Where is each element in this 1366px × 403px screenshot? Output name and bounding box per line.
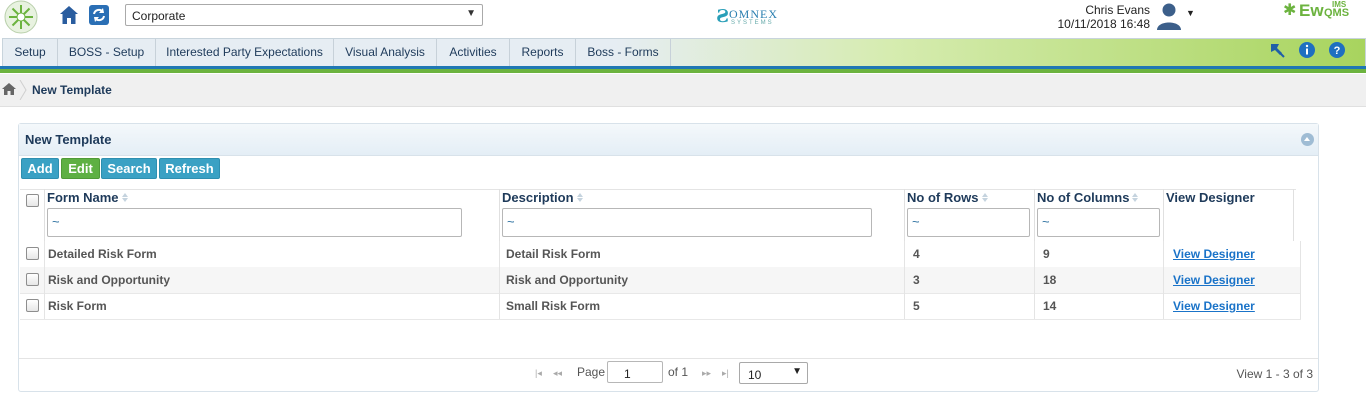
column-separator xyxy=(1163,189,1164,241)
table-row[interactable]: Detailed Risk Form Detail Risk Form 4 9 … xyxy=(20,241,1301,268)
filter-form-name-input[interactable]: ~ xyxy=(47,208,462,237)
info-icon[interactable] xyxy=(1298,41,1316,59)
sort-icon xyxy=(121,193,128,202)
sort-icon xyxy=(576,193,583,202)
breadcrumb-home-icon[interactable] xyxy=(2,83,16,95)
cell-description: Small Risk Form xyxy=(506,299,601,313)
pager-divider xyxy=(19,358,1318,359)
panel-header: New Template xyxy=(19,124,1318,156)
column-header-description[interactable]: Description xyxy=(502,190,583,205)
filter-columns-input[interactable]: ~ xyxy=(1037,208,1160,237)
breadcrumb-separator-icon xyxy=(19,80,27,100)
chevron-down-icon: ▼ xyxy=(466,8,476,19)
help-icon[interactable]: ? xyxy=(1328,41,1346,59)
cell-rows: 3 xyxy=(913,273,920,287)
cell-description: Detail Risk Form xyxy=(506,247,601,261)
sort-icon xyxy=(1132,193,1139,202)
nav-underline-green xyxy=(0,69,1366,73)
new-template-panel: New Template Add Edit Search Refresh For… xyxy=(18,123,1319,392)
panel-title: New Template xyxy=(25,132,112,147)
column-separator xyxy=(1034,189,1035,241)
refresh-button[interactable]: Refresh xyxy=(159,158,220,179)
user-avatar-icon[interactable] xyxy=(1154,0,1184,30)
organization-select[interactable]: Corporate ▼ xyxy=(125,4,483,26)
app-logo-icon[interactable] xyxy=(2,0,40,34)
cell-form-name: Detailed Risk Form xyxy=(48,247,157,261)
edit-button[interactable]: Edit xyxy=(61,158,100,179)
main-nav: Setup BOSS - Setup Interested Party Expe… xyxy=(2,38,1366,67)
home-icon[interactable] xyxy=(58,4,80,26)
column-header-form-name[interactable]: Form Name xyxy=(47,190,128,205)
column-separator xyxy=(44,189,45,241)
nav-item-setup[interactable]: Setup xyxy=(3,39,58,67)
omnex-mark-icon: Ƨ xyxy=(716,6,729,27)
top-header: Corporate ▼ Ƨ OMNEX SYSTEMS Chris Evans … xyxy=(0,0,1366,35)
breadcrumb-current: New Template xyxy=(32,83,112,97)
table-row[interactable]: Risk and Opportunity Risk and Opportunit… xyxy=(20,267,1301,294)
next-page-icon[interactable]: ▸▸ xyxy=(702,368,711,379)
nav-item-visual-analysis[interactable]: Visual Analysis xyxy=(334,39,437,67)
filter-description-input[interactable]: ~ xyxy=(502,208,872,237)
row-checkbox[interactable] xyxy=(26,273,39,286)
pin-icon[interactable] xyxy=(1268,41,1286,59)
table-row[interactable]: Risk Form Small Risk Form 5 14 View Desi… xyxy=(20,293,1301,320)
view-designer-link[interactable]: View Designer xyxy=(1173,299,1255,313)
records-summary: View 1 - 3 of 3 xyxy=(1236,367,1314,381)
organization-select-value: Corporate xyxy=(132,9,186,23)
column-separator xyxy=(904,189,905,241)
omnex-logo: Ƨ OMNEX SYSTEMS xyxy=(716,6,778,27)
chevron-down-icon: ▼ xyxy=(792,366,802,377)
cell-form-name: Risk and Opportunity xyxy=(48,273,171,287)
view-designer-link[interactable]: View Designer xyxy=(1173,247,1255,261)
page-size-select[interactable]: 10 ▼ xyxy=(739,362,808,384)
add-button[interactable]: Add xyxy=(21,158,59,179)
snowflake-icon: ✱ xyxy=(1283,2,1297,19)
cell-columns: 9 xyxy=(1043,247,1050,261)
nav-item-boss-forms[interactable]: Boss - Forms xyxy=(576,39,671,67)
sort-icon xyxy=(981,193,988,202)
prev-page-icon[interactable]: ◂◂ xyxy=(553,368,562,379)
column-header-columns[interactable]: No of Columns xyxy=(1037,190,1139,205)
view-designer-link[interactable]: View Designer xyxy=(1173,273,1255,287)
cell-rows: 5 xyxy=(913,299,920,313)
refresh-icon[interactable] xyxy=(88,4,110,26)
row-checkbox[interactable] xyxy=(26,247,39,260)
user-datetime: 10/11/2018 16:48 xyxy=(1057,17,1150,31)
user-menu-caret-icon[interactable]: ▼ xyxy=(1186,8,1195,18)
collapse-icon[interactable] xyxy=(1301,133,1314,146)
nav-item-interested-party-expectations[interactable]: Interested Party Expectations xyxy=(156,39,334,67)
row-checkbox[interactable] xyxy=(26,299,39,312)
nav-item-boss-setup[interactable]: BOSS - Setup xyxy=(58,39,156,67)
first-page-icon[interactable]: |◂ xyxy=(535,368,542,379)
column-separator xyxy=(499,189,500,241)
cell-columns: 18 xyxy=(1043,273,1057,287)
cell-form-name: Risk Form xyxy=(48,299,107,313)
select-all-checkbox[interactable] xyxy=(26,194,39,207)
nav-item-reports[interactable]: Reports xyxy=(510,39,576,67)
page-number-input[interactable]: 1 xyxy=(607,361,663,383)
svg-text:?: ? xyxy=(1334,45,1341,57)
breadcrumb: New Template xyxy=(0,74,1366,107)
cell-columns: 14 xyxy=(1043,299,1057,313)
user-name: Chris Evans xyxy=(1085,3,1150,17)
page-label: Page xyxy=(577,365,606,379)
column-header-view-designer: View Designer xyxy=(1166,190,1255,205)
last-page-icon[interactable]: ▸| xyxy=(722,368,729,379)
cell-description: Risk and Opportunity xyxy=(506,273,629,287)
page-of-label: of 1 xyxy=(668,365,689,379)
column-header-rows[interactable]: No of Rows xyxy=(907,190,988,205)
search-button[interactable]: Search xyxy=(101,158,157,179)
column-separator xyxy=(1293,189,1294,241)
nav-item-activities[interactable]: Activities xyxy=(437,39,510,67)
cell-rows: 4 xyxy=(913,247,920,261)
ewqims-logo: ✱ Ew IMS QMS xyxy=(1283,0,1350,20)
filter-rows-input[interactable]: ~ xyxy=(907,208,1030,237)
